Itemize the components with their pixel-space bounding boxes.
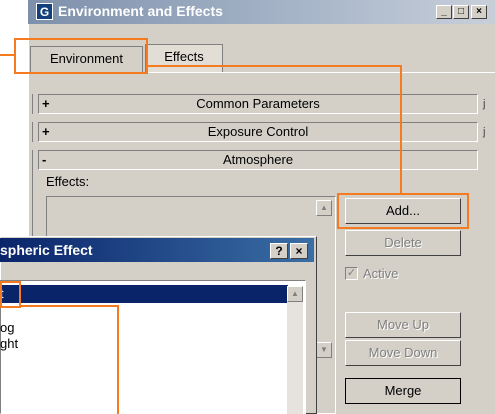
effects-label: Effects:: [46, 174, 90, 189]
maximize-button[interactable]: □: [453, 5, 469, 19]
dialog-title: spheric Effect: [0, 242, 93, 258]
highlight-box: [337, 193, 469, 229]
highlight-box: [0, 281, 21, 308]
active-checkbox[interactable]: ✓: [345, 267, 358, 280]
vertical-scrollbar[interactable]: [287, 302, 303, 414]
highlight-box: [14, 38, 148, 74]
list-item[interactable]: t: [0, 285, 288, 303]
rollout-label: Exposure Control: [207, 124, 309, 139]
move-up-button[interactable]: Move Up: [345, 312, 461, 338]
scroll-up-arrow-icon[interactable]: ▲: [287, 286, 303, 302]
callout-line: [400, 65, 402, 195]
tab-effects[interactable]: Effects: [145, 44, 223, 72]
window-title: Environment and Effects: [58, 3, 223, 19]
rollout-frame: [32, 94, 36, 114]
rollout-label: Common Parameters: [196, 96, 320, 111]
move-down-button[interactable]: Move Down: [345, 340, 461, 366]
delete-button[interactable]: Delete: [345, 230, 461, 256]
rollout-atmosphere[interactable]: - Atmosphere: [38, 150, 478, 170]
merge-button[interactable]: Merge: [345, 378, 461, 404]
active-label: Active: [363, 266, 399, 281]
list-item[interactable]: og: [0, 320, 14, 336]
scroll-up-arrow-icon[interactable]: ▲: [316, 200, 332, 216]
help-button[interactable]: ?: [270, 243, 288, 259]
list-item[interactable]: ght: [0, 336, 18, 352]
app-icon: G: [36, 3, 53, 20]
panel-edge-marker: j: [483, 98, 486, 110]
scroll-down-arrow-icon[interactable]: ▼: [316, 342, 332, 358]
rollout-label: Atmosphere: [222, 152, 294, 167]
callout-line: [0, 54, 16, 56]
callout-line: [146, 65, 402, 67]
rollout-exposure-control[interactable]: + Exposure Control: [38, 122, 478, 142]
close-button[interactable]: ×: [471, 5, 487, 19]
minimize-button[interactable]: _: [436, 5, 452, 19]
dialog-close-button[interactable]: ×: [290, 243, 308, 259]
callout-line: [19, 305, 119, 307]
rollout-frame: [32, 122, 36, 142]
rollout-common-parameters[interactable]: + Common Parameters: [38, 94, 478, 114]
callout-line: [117, 305, 119, 414]
panel-edge-marker: j: [483, 126, 486, 138]
